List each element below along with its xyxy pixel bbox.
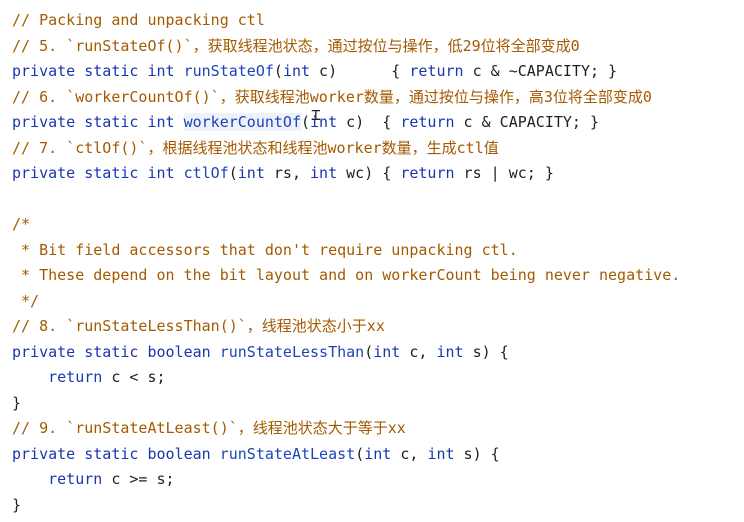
keyword-token: return [48,368,103,386]
comment-text: // 7. `ctlOf()`，根据线程池状态和线程池worker数量，生成ct… [12,138,499,157]
code-line: } [0,493,744,519]
comment-text: // 6. `workerCountOf()`，获取线程池worker数量，通过… [12,87,652,106]
comment-text: // 9. `runStateAtLeast()`，线程池状态大于等于xx [12,419,406,437]
keyword-token: int [364,444,392,463]
keyword-token: int [237,164,265,182]
code-line: } [0,391,744,417]
code-comment-line: // 9. `runStateAtLeast()`，线程池状态大于等于xx [0,416,744,442]
code-comment-line: // 5. `runStateOf()`，获取线程池状态，通过按位与操作，低29… [0,34,744,60]
keyword-token: int [436,342,464,361]
code-token: } [12,393,22,412]
code-token: s) { [463,342,509,361]
keyword-token: int [373,342,401,361]
keyword-token: int [282,62,311,80]
code-comment-line: // 8. `runStateLessThan()`，线程池状态小于xx [0,314,744,340]
code-token: c & ~CAPACITY; } [463,62,618,80]
code-comment-line: */ [0,289,744,315]
code-comment-line: // 6. `workerCountOf()`，获取线程池worker数量，通过… [0,85,744,111]
keyword-token: return [400,113,455,131]
code-token: ( [301,113,311,131]
keyword-token: return [48,470,103,488]
comment-text: /* [12,215,31,233]
code-line: private static int ctlOf(int rs, int wc)… [0,161,744,187]
keyword-token: private static boolean [12,342,220,361]
code-token: c) { [310,62,410,80]
code-token: ( [273,62,283,80]
keyword-token: private static boolean [12,444,220,463]
text-cursor-icon: ⌶ [311,105,321,124]
code-token: rs | wc; } [454,164,554,182]
keyword-token: return [400,164,455,182]
comment-text: */ [12,291,40,310]
function-name-token: runStateOf [183,62,274,80]
code-token: c) { [337,113,401,131]
function-name-token: runStateAtLeast [219,444,356,463]
keyword-token: int [310,164,338,182]
code-line: private static int runStateOf(int c) { r… [0,59,744,85]
code-line: private static boolean runStateAtLeast(i… [0,442,744,468]
comment-text: * These depend on the bit layout and on … [12,266,681,284]
code-token: c & CAPACITY; } [454,113,600,131]
code-token: c, [391,444,428,463]
code-editor[interactable]: // Packing and unpacking ctl // 5. `runSt… [0,0,744,522]
code-line: return c >= s; [0,467,744,493]
code-comment-line: /* [0,212,744,238]
code-token: wc) { [337,164,401,182]
code-comment-line: * Bit field accessors that don't require… [0,238,744,264]
code-comment-line: // 7. `ctlOf()`，根据线程池状态和线程池worker数量，生成ct… [0,136,744,162]
code-token: ( [364,342,374,361]
code-line: private static int workerCountOf(int c) … [0,110,744,136]
comment-text: // Packing and unpacking ctl [12,11,265,29]
keyword-token: private static int [12,62,184,80]
keyword-token: private static int [12,113,184,131]
comment-text: // 5. `runStateOf()`，获取线程池状态，通过按位与操作，低29… [12,36,580,55]
comment-text: // 8. `runStateLessThan()`，线程池状态小于xx [12,317,385,335]
keyword-token: return [409,62,464,80]
code-token: ( [228,164,238,182]
code-token: c < s; [102,368,166,386]
code-token: } [12,495,22,514]
function-name-token: ctlOf [183,164,229,182]
code-token: s) { [454,444,500,463]
keyword-token: int [427,444,455,463]
code-token: rs, [264,164,311,182]
comment-text: * Bit field accessors that don't require… [12,240,518,259]
code-comment-line: // Packing and unpacking ctl [0,8,744,34]
code-token: c >= s; [102,470,175,488]
function-name-token: workerCountOf [183,113,301,131]
code-token: c, [400,342,437,361]
code-token: ( [355,444,365,463]
function-name-token: runStateLessThan [219,342,365,361]
code-comment-line: * These depend on the bit layout and on … [0,263,744,289]
code-line: private static boolean runStateLessThan(… [0,340,744,366]
keyword-token: private static int [12,164,184,182]
code-line: return c < s; [0,365,744,391]
